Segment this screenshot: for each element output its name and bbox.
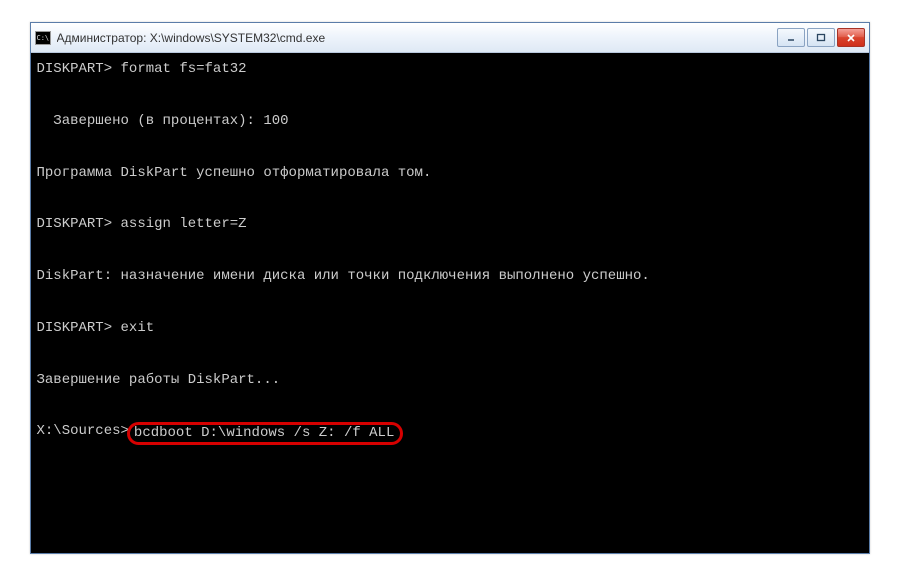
close-button[interactable] xyxy=(837,28,865,47)
console-line: DiskPart: назначение имени диска или точ… xyxy=(37,264,863,290)
console-line xyxy=(37,186,863,212)
console-line xyxy=(37,135,863,161)
window-title: Администратор: X:\windows\SYSTEM32\cmd.e… xyxy=(57,31,777,45)
maximize-button[interactable] xyxy=(807,28,835,47)
console-line: Программа DiskPart успешно отформатирова… xyxy=(37,161,863,187)
minimize-button[interactable] xyxy=(777,28,805,47)
console-line-highlighted: X:\Sources>bcdboot D:\windows /s Z: /f A… xyxy=(37,419,863,445)
console-line: DISKPART> format fs=fat32 xyxy=(37,57,863,83)
cmd-icon xyxy=(35,31,51,45)
console-line: DISKPART> assign letter=Z xyxy=(37,212,863,238)
console-line xyxy=(37,342,863,368)
prompt: X:\Sources> xyxy=(37,423,129,439)
cmd-window: Администратор: X:\windows\SYSTEM32\cmd.e… xyxy=(30,22,870,554)
console-line: Завершено (в процентах): 100 xyxy=(37,109,863,135)
console-line: Завершение работы DiskPart... xyxy=(37,368,863,394)
console-line xyxy=(37,238,863,264)
titlebar[interactable]: Администратор: X:\windows\SYSTEM32\cmd.e… xyxy=(31,23,869,53)
console-line xyxy=(37,83,863,109)
console-line xyxy=(37,394,863,420)
window-controls xyxy=(777,28,865,47)
console-line xyxy=(37,290,863,316)
highlighted-command: bcdboot D:\windows /s Z: /f ALL xyxy=(127,422,403,445)
console-output[interactable]: DISKPART> format fs=fat32 Завершено (в п… xyxy=(31,53,869,553)
console-line: DISKPART> exit xyxy=(37,316,863,342)
